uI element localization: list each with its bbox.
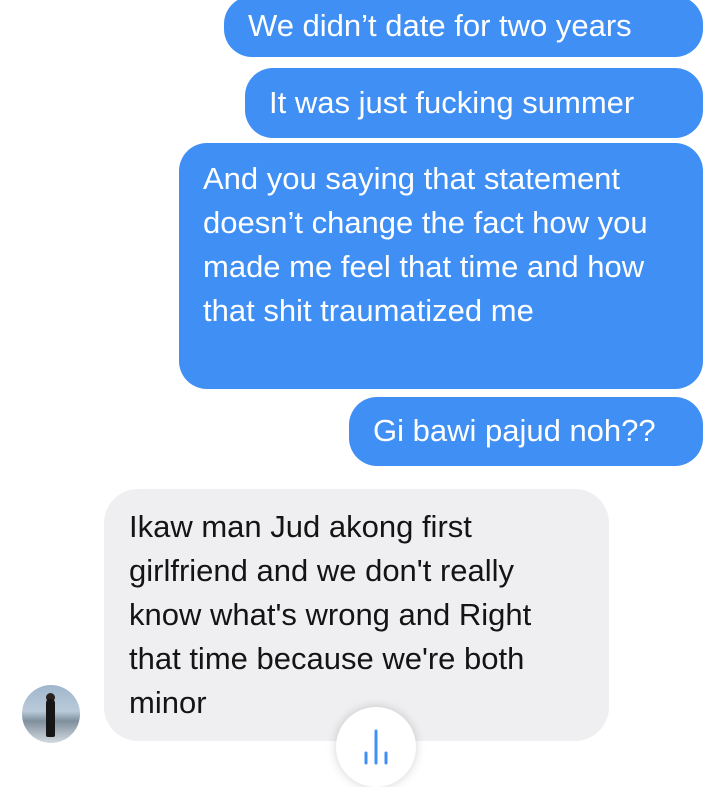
avatar-person-body — [46, 699, 55, 737]
arrow-down-icon — [364, 729, 388, 765]
sent-message-bubble[interactable]: It was just fucking summer — [245, 68, 703, 138]
message-thread: We didn’t date for two years It was just… — [0, 0, 715, 787]
scroll-to-bottom-button[interactable] — [336, 707, 416, 787]
sent-message-bubble[interactable]: And you saying that statement doesn’t ch… — [179, 143, 703, 389]
received-message-bubble[interactable]: Ikaw man Jud akong first girlfriend and … — [104, 489, 609, 741]
contact-avatar[interactable] — [22, 685, 80, 743]
sent-message-bubble[interactable]: Gi bawi pajud noh?? — [349, 397, 703, 466]
sent-message-bubble[interactable]: We didn’t date for two years — [224, 0, 703, 57]
